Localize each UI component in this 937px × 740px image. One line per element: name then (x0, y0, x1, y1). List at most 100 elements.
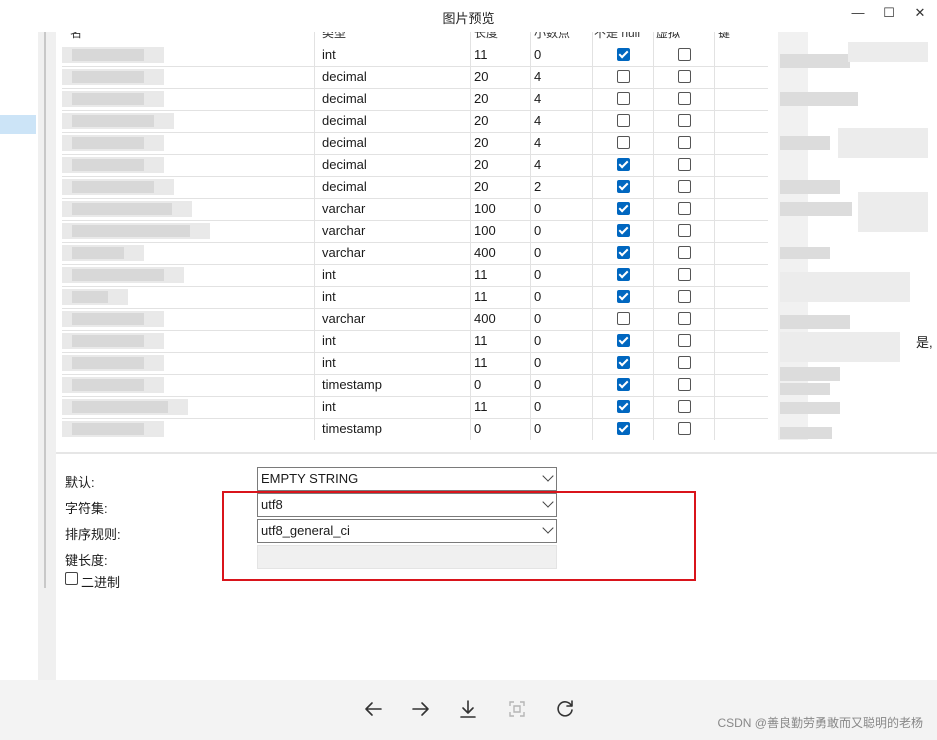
virtual-checkbox[interactable] (678, 158, 691, 171)
virtual-checkbox[interactable] (678, 224, 691, 237)
cell-decimals[interactable]: 0 (534, 374, 541, 396)
not-null-checkbox[interactable] (617, 378, 630, 391)
virtual-checkbox[interactable] (678, 268, 691, 281)
download-icon[interactable] (456, 697, 480, 721)
table-row[interactable]: timestamp 0 0 (62, 374, 768, 397)
cell-decimals[interactable]: 0 (534, 44, 541, 66)
cell-type[interactable]: decimal (322, 66, 367, 88)
cell-length[interactable]: 20 (474, 88, 488, 110)
cell-length[interactable]: 20 (474, 154, 488, 176)
cell-length[interactable]: 100 (474, 220, 496, 242)
arrow-left-icon[interactable] (361, 697, 385, 721)
table-row[interactable]: timestamp 0 0 (62, 418, 768, 440)
cell-length[interactable]: 11 (474, 330, 488, 352)
virtual-checkbox[interactable] (678, 334, 691, 347)
col-header-length[interactable]: 长度 (474, 32, 498, 41)
not-null-checkbox[interactable] (617, 400, 630, 413)
table-row[interactable]: varchar 400 0 (62, 242, 768, 265)
cell-decimals[interactable]: 0 (534, 242, 541, 264)
cell-length[interactable]: 100 (474, 198, 496, 220)
scrollbar-track[interactable] (44, 32, 46, 588)
arrow-right-icon[interactable] (409, 697, 433, 721)
table-row[interactable]: decimal 20 4 (62, 66, 768, 89)
virtual-checkbox[interactable] (678, 92, 691, 105)
cell-type[interactable]: int (322, 352, 336, 374)
not-null-checkbox[interactable] (617, 48, 630, 61)
cell-decimals[interactable]: 2 (534, 176, 541, 198)
table-row[interactable]: decimal 20 4 (62, 88, 768, 111)
virtual-checkbox[interactable] (678, 378, 691, 391)
cell-decimals[interactable]: 4 (534, 88, 541, 110)
cell-decimals[interactable]: 4 (534, 110, 541, 132)
cell-length[interactable]: 11 (474, 286, 488, 308)
cell-length[interactable]: 20 (474, 66, 488, 88)
table-row[interactable]: int 11 0 (62, 352, 768, 375)
cell-decimals[interactable]: 0 (534, 396, 541, 418)
cell-length[interactable]: 20 (474, 132, 488, 154)
virtual-checkbox[interactable] (678, 400, 691, 413)
cell-decimals[interactable]: 0 (534, 352, 541, 374)
virtual-checkbox[interactable] (678, 202, 691, 215)
not-null-checkbox[interactable] (617, 92, 630, 105)
cell-type[interactable]: timestamp (322, 418, 382, 440)
cell-type[interactable]: decimal (322, 88, 367, 110)
minimize-button[interactable]: — (843, 4, 873, 22)
col-header-notnull[interactable]: 不是 null (594, 32, 640, 41)
cell-type[interactable]: int (322, 44, 336, 66)
cell-length[interactable]: 20 (474, 176, 488, 198)
cell-length[interactable]: 11 (474, 352, 488, 374)
virtual-checkbox[interactable] (678, 290, 691, 303)
cell-length[interactable]: 20 (474, 110, 488, 132)
table-row[interactable]: varchar 400 0 (62, 308, 768, 331)
not-null-checkbox[interactable] (617, 246, 630, 259)
not-null-checkbox[interactable] (617, 70, 630, 83)
not-null-checkbox[interactable] (617, 268, 630, 281)
virtual-checkbox[interactable] (678, 136, 691, 149)
cell-type[interactable]: int (322, 396, 336, 418)
close-button[interactable]: ✕ (905, 4, 935, 22)
cell-type[interactable]: varchar (322, 198, 365, 220)
maximize-button[interactable]: ☐ (874, 4, 904, 22)
cell-type[interactable]: decimal (322, 132, 367, 154)
virtual-checkbox[interactable] (678, 246, 691, 259)
cell-type[interactable]: decimal (322, 176, 367, 198)
not-null-checkbox[interactable] (617, 290, 630, 303)
virtual-checkbox[interactable] (678, 114, 691, 127)
cell-decimals[interactable]: 0 (534, 198, 541, 220)
virtual-checkbox[interactable] (678, 356, 691, 369)
cell-type[interactable]: varchar (322, 242, 365, 264)
not-null-checkbox[interactable] (617, 356, 630, 369)
cell-decimals[interactable]: 4 (534, 66, 541, 88)
cell-length[interactable]: 11 (474, 264, 488, 286)
table-row[interactable]: int 11 0 (62, 396, 768, 419)
cell-decimals[interactable]: 4 (534, 154, 541, 176)
cell-type[interactable]: int (322, 264, 336, 286)
col-header-key[interactable]: 键 (718, 32, 730, 41)
cell-decimals[interactable]: 0 (534, 220, 541, 242)
table-row[interactable]: decimal 20 2 (62, 176, 768, 199)
table-row[interactable]: int 11 0 (62, 286, 768, 309)
table-row[interactable]: decimal 20 4 (62, 110, 768, 133)
not-null-checkbox[interactable] (617, 180, 630, 193)
table-row[interactable]: decimal 20 4 (62, 154, 768, 177)
virtual-checkbox[interactable] (678, 48, 691, 61)
cell-type[interactable]: decimal (322, 110, 367, 132)
cell-type[interactable]: varchar (322, 220, 365, 242)
cell-decimals[interactable]: 0 (534, 308, 541, 330)
cell-type[interactable]: timestamp (322, 374, 382, 396)
binary-checkbox[interactable] (65, 572, 78, 585)
col-header-decimals[interactable]: 小数点 (534, 32, 570, 41)
cell-type[interactable]: decimal (322, 154, 367, 176)
default-select[interactable]: EMPTY STRING (257, 467, 557, 491)
virtual-checkbox[interactable] (678, 180, 691, 193)
not-null-checkbox[interactable] (617, 202, 630, 215)
cell-decimals[interactable]: 0 (534, 286, 541, 308)
cell-length[interactable]: 400 (474, 308, 496, 330)
not-null-checkbox[interactable] (617, 334, 630, 347)
not-null-checkbox[interactable] (617, 422, 630, 435)
rotate-icon[interactable] (553, 697, 577, 721)
cell-decimals[interactable]: 0 (534, 418, 541, 440)
table-row[interactable]: varchar 100 0 (62, 220, 768, 243)
not-null-checkbox[interactable] (617, 224, 630, 237)
col-header-name[interactable]: 名 (70, 32, 82, 41)
